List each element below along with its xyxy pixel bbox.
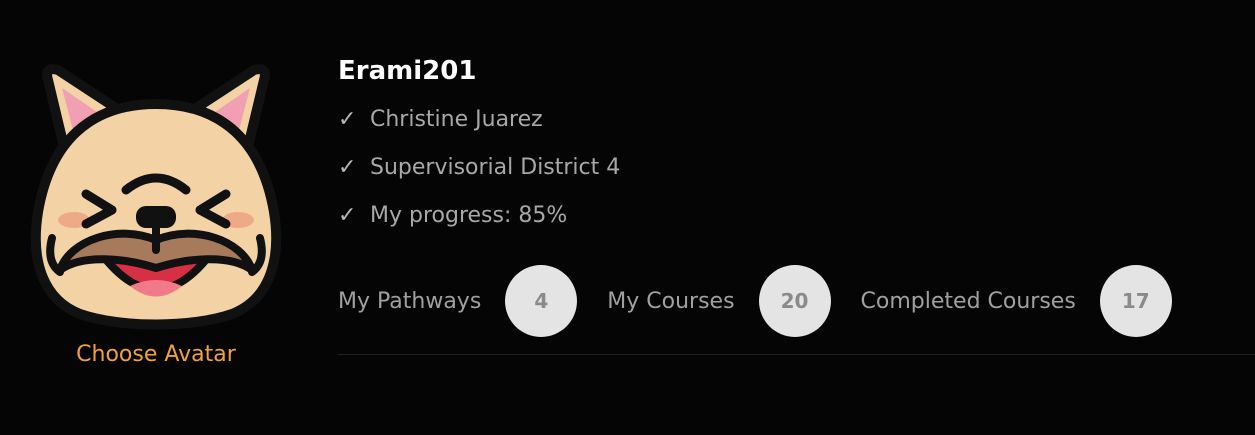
full-name: Christine Juarez	[370, 107, 543, 132]
french-bulldog-icon	[30, 64, 282, 330]
list-item-progress: ✓ My progress: 85%	[338, 202, 620, 250]
username: Erami201	[338, 56, 477, 86]
check-icon: ✓	[338, 155, 357, 180]
avatar[interactable]	[30, 62, 282, 332]
divider	[338, 354, 1255, 355]
stat-badge-pathways: 4	[505, 265, 578, 337]
choose-avatar-link[interactable]: Choose Avatar	[20, 342, 292, 367]
stat-badge-completed: 17	[1099, 265, 1172, 337]
stat-label-pathways: My Pathways	[338, 288, 482, 314]
profile-page: Choose Avatar Erami201 ✓ Christine Juarez…	[0, 0, 1255, 435]
progress-text: My progress: 85%	[370, 203, 568, 228]
stat-badge-courses: 20	[758, 265, 831, 337]
stat-label-courses: My Courses	[607, 288, 735, 314]
check-icon: ✓	[338, 107, 357, 132]
stat-pathways[interactable]: My Pathways 4	[338, 265, 607, 337]
stat-courses[interactable]: My Courses 20	[607, 265, 860, 337]
list-item-full-name: ✓ Christine Juarez	[338, 106, 620, 154]
stat-label-completed: Completed Courses	[860, 288, 1076, 314]
stats-row: My Pathways 4 My Courses 20 Completed Co…	[338, 265, 1202, 337]
district: Supervisorial District 4	[370, 155, 621, 180]
check-icon: ✓	[338, 203, 357, 228]
list-item-district: ✓ Supervisorial District 4	[338, 154, 620, 202]
stat-completed-courses[interactable]: Completed Courses 17	[861, 265, 1202, 337]
profile-info-list: ✓ Christine Juarez ✓ Supervisorial Distric…	[338, 106, 620, 250]
